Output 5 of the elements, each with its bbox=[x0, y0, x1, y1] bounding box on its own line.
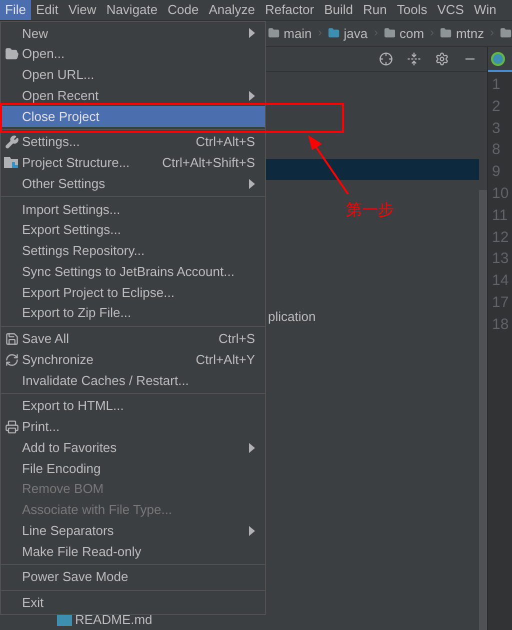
shortcut-label: Ctrl+Alt+Y bbox=[196, 350, 255, 369]
shortcut-label: Ctrl+S bbox=[218, 330, 255, 348]
shortcut-label: Ctrl+Alt+S bbox=[196, 133, 255, 152]
shortcut-label: Ctrl+Alt+Shift+S bbox=[162, 154, 255, 172]
annotation-label: 第一步 bbox=[346, 199, 394, 221]
